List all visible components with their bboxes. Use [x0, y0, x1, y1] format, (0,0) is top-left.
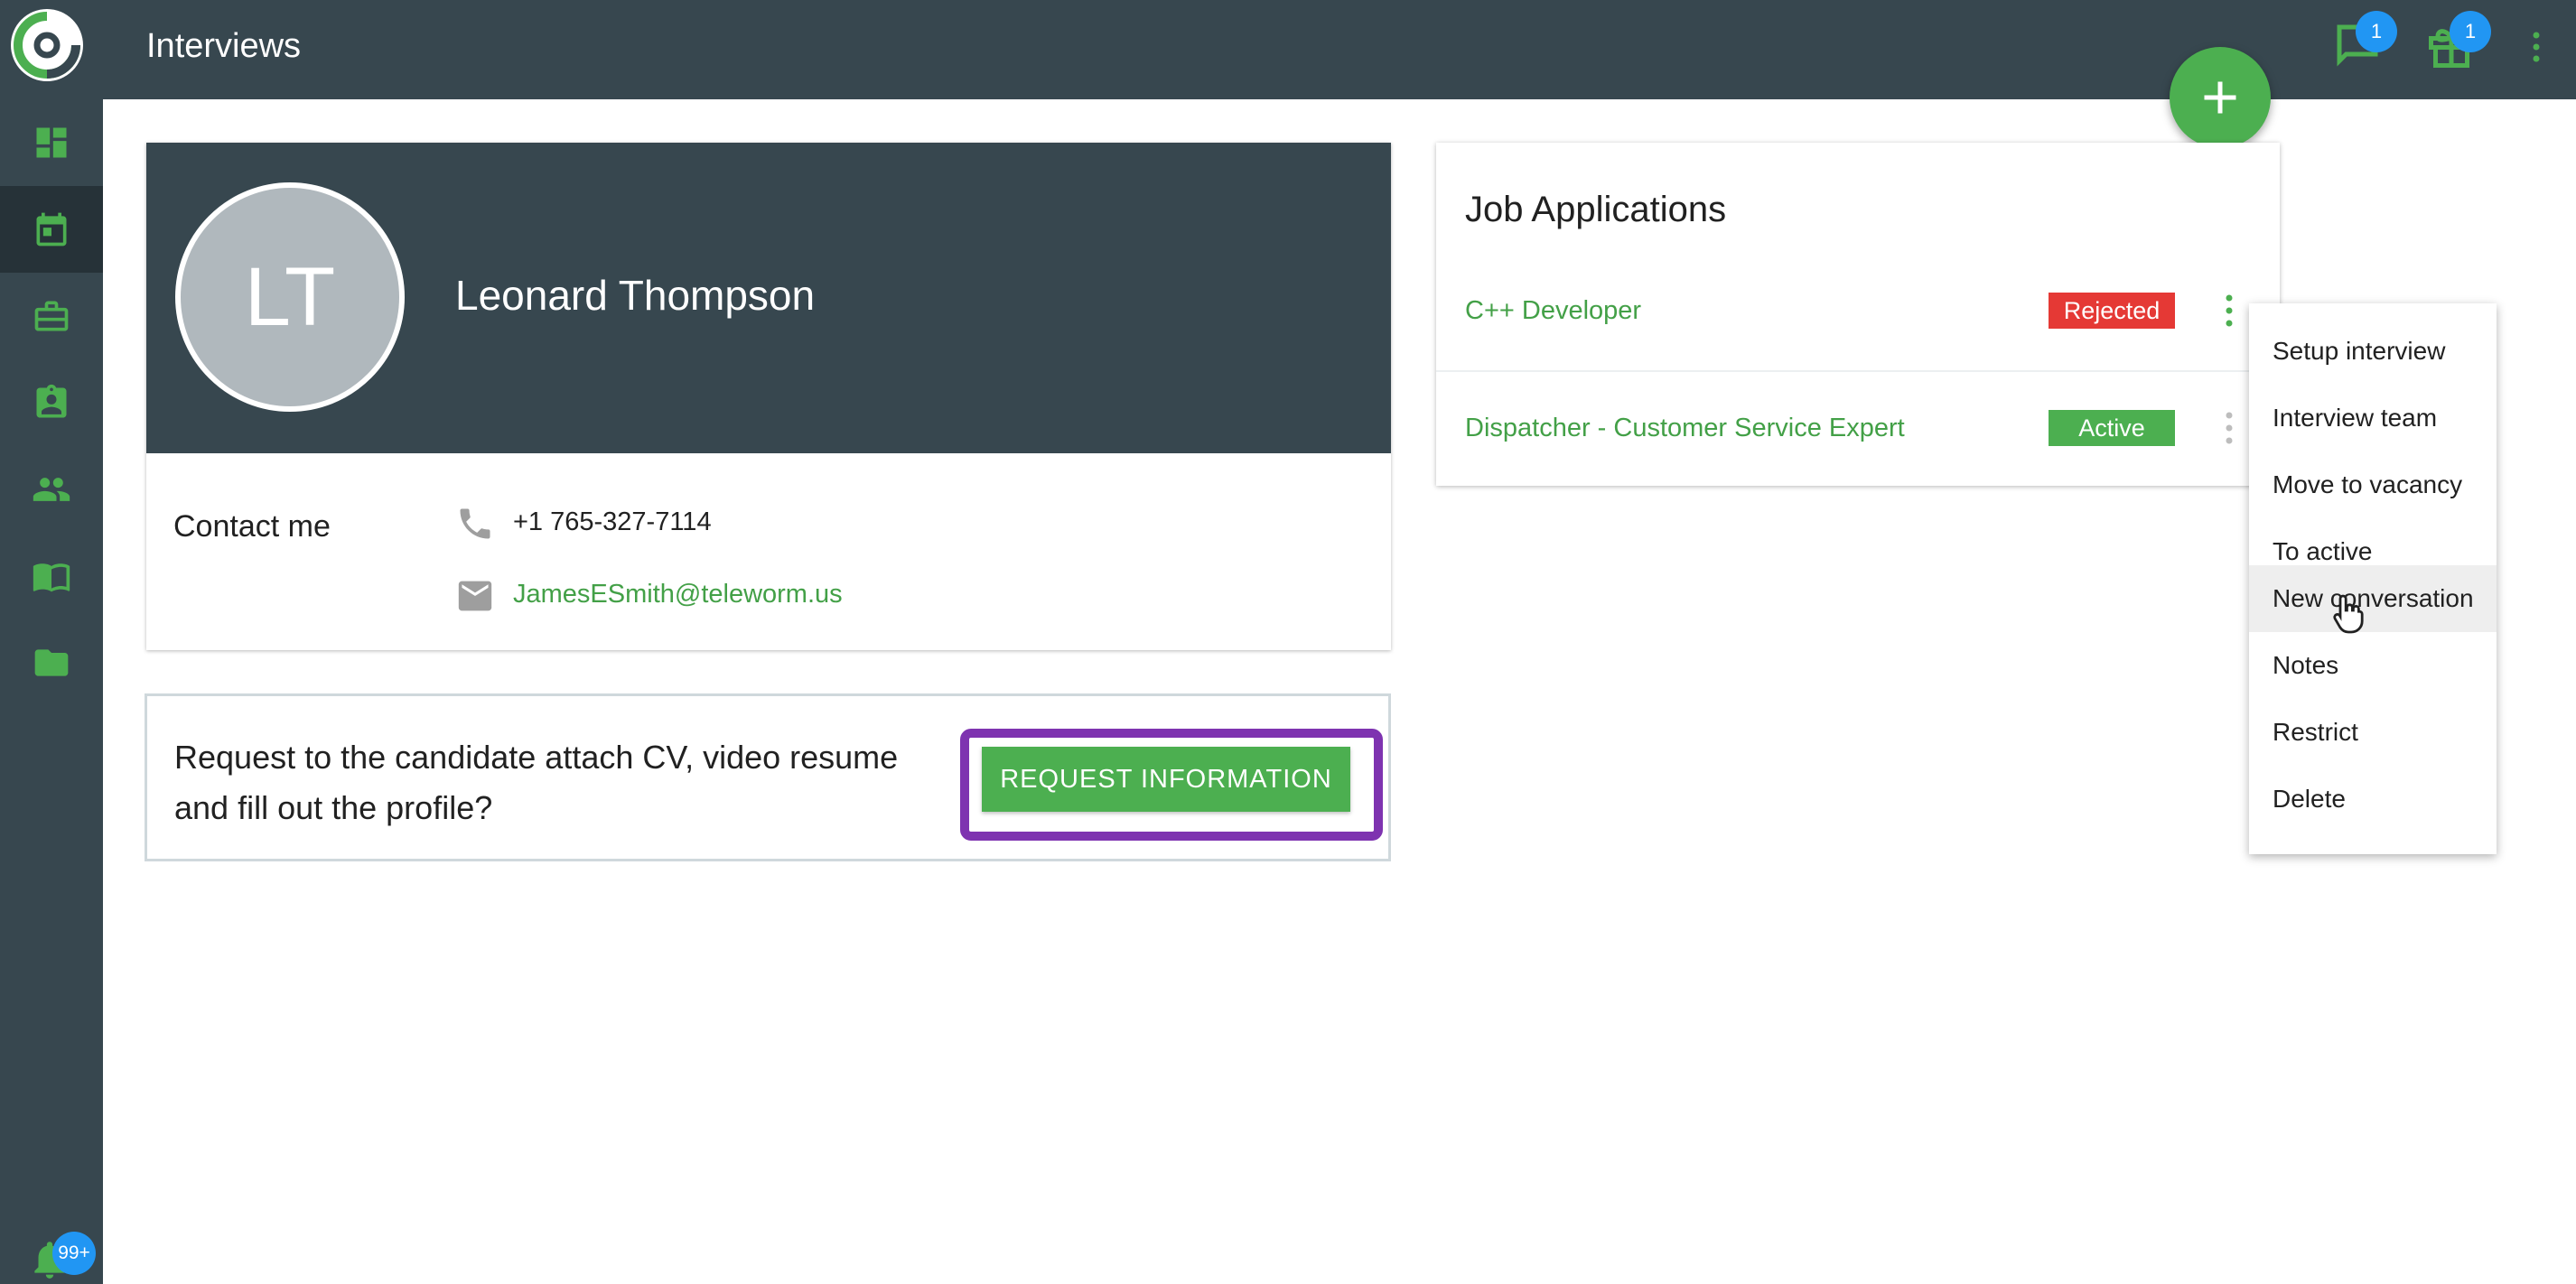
messages-badge: 1: [2356, 11, 2397, 52]
phone-icon: [455, 504, 495, 544]
menu-item-restrict[interactable]: Restrict: [2249, 699, 2497, 766]
add-button[interactable]: [2170, 47, 2271, 148]
sidebar-item-team[interactable]: [0, 446, 103, 533]
page-title: Interviews: [146, 27, 302, 65]
email-link[interactable]: JamesESmith@teleworm.us: [513, 580, 843, 609]
sidebar-item-interviews[interactable]: [0, 186, 103, 273]
more-vert-icon[interactable]: [2222, 410, 2236, 446]
job-application-link[interactable]: C++ Developer: [1465, 296, 1641, 326]
phone-number[interactable]: +1 765-327-7114: [513, 507, 712, 537]
more-vert-icon[interactable]: [2525, 27, 2547, 72]
candidate-profile-card: LT Leonard Thompson Contact me +1 765-32…: [146, 143, 1391, 650]
id-badge-icon: [36, 384, 67, 418]
application-actions-menu: Setup interview Interview team Move to v…: [2249, 303, 2497, 854]
menu-item-delete[interactable]: Delete: [2249, 766, 2497, 833]
calendar-icon: [36, 212, 67, 247]
menu-item-new-conversation[interactable]: New conversation: [2249, 565, 2497, 632]
plus-icon: [2204, 81, 2236, 114]
more-vert-icon[interactable]: [2222, 293, 2236, 329]
menu-item-interview-team[interactable]: Interview team: [2249, 385, 2497, 451]
contact-label: Contact me: [173, 509, 331, 544]
briefcase-icon: [34, 301, 69, 331]
dashboard-icon: [36, 127, 67, 158]
job-applications-card: Job Applications C++ Developer Rejected …: [1436, 143, 2280, 486]
notifications-badge: 99+: [52, 1232, 96, 1275]
sidebar-item-knowledge[interactable]: [0, 533, 103, 619]
sidebar-item-vacancies[interactable]: [0, 273, 103, 359]
hand-cursor-icon: [2330, 592, 2366, 636]
status-badge: Rejected: [2049, 293, 2175, 329]
avatar: LT: [175, 182, 405, 412]
menu-item-move-to-vacancy[interactable]: Move to vacancy: [2249, 451, 2497, 518]
profile-header: LT Leonard Thompson: [146, 143, 1391, 453]
request-information-button[interactable]: REQUEST INFORMATION: [982, 747, 1350, 812]
sidebar-item-dashboard[interactable]: [0, 99, 103, 186]
gifts-badge: 1: [2450, 11, 2491, 52]
request-info-card: Request to the candidate attach CV, vide…: [145, 693, 1391, 861]
app-logo-icon[interactable]: [9, 7, 85, 83]
sidebar: 99+: [0, 0, 103, 1284]
folder-icon: [34, 649, 69, 676]
status-badge: Active: [2049, 410, 2175, 446]
job-applications-title: Job Applications: [1465, 190, 1727, 229]
book-icon: [33, 563, 70, 592]
job-application-link[interactable]: Dispatcher - Customer Service Expert: [1465, 414, 1905, 443]
sidebar-item-candidates[interactable]: [0, 359, 103, 446]
request-prompt: Request to the candidate attach CV, vide…: [174, 739, 899, 826]
people-icon: [33, 478, 70, 501]
divider: [1436, 370, 2280, 372]
email-icon: [455, 578, 495, 614]
menu-item-setup-interview[interactable]: Setup interview: [2249, 318, 2497, 385]
menu-item-notes[interactable]: Notes: [2249, 632, 2497, 699]
candidate-name: Leonard Thompson: [455, 272, 816, 319]
sidebar-item-files[interactable]: [0, 619, 103, 706]
